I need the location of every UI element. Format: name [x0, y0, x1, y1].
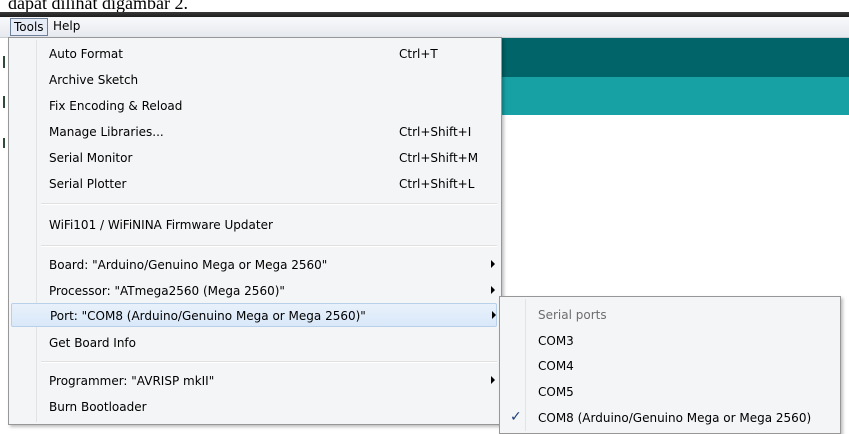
menu-item-label: Archive Sketch	[49, 73, 139, 87]
menu-item-label: Programmer: "AVRISP mkII"	[49, 374, 215, 388]
port-option-com3[interactable]: COM3	[502, 329, 838, 353]
menu-item-label: Manage Libraries...	[49, 125, 164, 139]
menu-item-label: Serial Monitor	[49, 151, 133, 165]
menu-item-label: Board: "Arduino/Genuino Mega or Mega 256…	[49, 258, 328, 272]
port-option-label: COM5	[538, 385, 574, 399]
menu-item-programmer[interactable]: Programmer: "AVRISP mkII"	[11, 369, 497, 393]
menu-item-label: Get Board Info	[49, 336, 136, 350]
menu-item-port[interactable]: Port: "COM8 (Arduino/Genuino Mega or Meg…	[11, 303, 497, 327]
submenu-arrow-icon	[491, 260, 495, 268]
menu-tools[interactable]: Tools	[10, 18, 48, 36]
port-option-com4[interactable]: COM4	[502, 354, 838, 378]
menu-item-burn-bootloader[interactable]: Burn Bootloader	[11, 395, 497, 419]
port-option-label: COM3	[538, 334, 574, 348]
submenu-arrow-icon	[492, 311, 496, 319]
menu-item-processor[interactable]: Processor: "ATmega2560 (Mega 2560)"	[11, 279, 497, 303]
submenu-arrow-icon	[491, 376, 495, 384]
menu-item-label: Fix Encoding & Reload	[49, 99, 183, 113]
menu-item-label: Serial Plotter	[49, 177, 127, 191]
menu-item-auto-format[interactable]: Auto Format Ctrl+T	[11, 42, 497, 66]
menu-item-manage-libraries[interactable]: Manage Libraries... Ctrl+Shift+I	[11, 120, 497, 144]
menu-item-shortcut: Ctrl+T	[399, 47, 438, 61]
menu-item-archive-sketch[interactable]: Archive Sketch	[11, 68, 497, 92]
menu-separator	[41, 361, 497, 363]
submenu-header-label: Serial ports	[538, 308, 607, 322]
menu-item-label: Port: "COM8 (Arduino/Genuino Mega or Meg…	[50, 309, 366, 323]
menu-item-shortcut: Ctrl+Shift+I	[399, 125, 472, 139]
menu-item-board[interactable]: Board: "Arduino/Genuino Mega or Mega 256…	[11, 253, 497, 277]
menu-help[interactable]: Help	[50, 18, 83, 34]
menu-item-board-info[interactable]: Get Board Info	[11, 331, 497, 355]
menu-item-serial-monitor[interactable]: Serial Monitor Ctrl+Shift+M	[11, 146, 497, 170]
submenu-header-serial-ports: Serial ports	[502, 303, 838, 327]
port-option-com8[interactable]: ✓ COM8 (Arduino/Genuino Mega or Mega 256…	[502, 406, 838, 430]
menu-bar: Tools Help	[0, 17, 849, 38]
port-submenu: Serial ports COM3 COM4 COM5 ✓ COM8 (Ardu…	[499, 296, 841, 434]
menu-separator	[41, 203, 497, 205]
menu-item-fix-encoding[interactable]: Fix Encoding & Reload	[11, 94, 497, 118]
port-option-label: COM8 (Arduino/Genuino Mega or Mega 2560)	[538, 411, 812, 425]
submenu-arrow-icon	[491, 286, 495, 294]
menu-item-shortcut: Ctrl+Shift+L	[399, 177, 475, 191]
check-icon: ✓	[510, 409, 522, 425]
menu-item-serial-plotter[interactable]: Serial Plotter Ctrl+Shift+L	[11, 172, 497, 196]
menu-item-firmware-updater[interactable]: WiFi101 / WiFiNINA Firmware Updater	[11, 213, 497, 237]
menu-item-shortcut: Ctrl+Shift+M	[399, 151, 479, 165]
tools-menu-dropdown: Auto Format Ctrl+T Archive Sketch Fix En…	[8, 37, 502, 425]
ide-toolbar	[490, 38, 849, 77]
port-option-label: COM4	[538, 359, 574, 373]
menu-item-label: Processor: "ATmega2560 (Mega 2560)"	[49, 284, 285, 298]
menu-item-label: WiFi101 / WiFiNINA Firmware Updater	[49, 218, 273, 232]
menu-separator	[41, 245, 497, 247]
menu-item-label: Burn Bootloader	[49, 400, 147, 414]
port-option-com5[interactable]: COM5	[502, 380, 838, 404]
ide-tab-bar	[490, 77, 849, 115]
left-edge-marks	[0, 38, 8, 432]
menu-item-label: Auto Format	[49, 47, 123, 61]
